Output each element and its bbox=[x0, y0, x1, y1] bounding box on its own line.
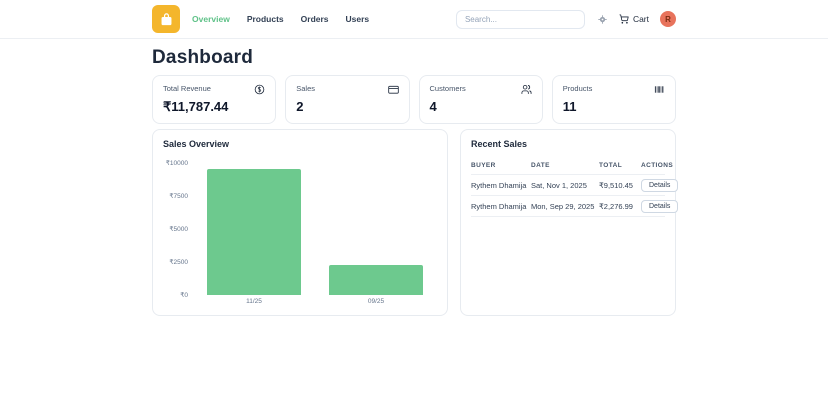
stat-label: Products bbox=[563, 84, 593, 93]
stat-value: 2 bbox=[296, 99, 398, 114]
main-nav: Overview Products Orders Users bbox=[192, 14, 369, 24]
y-tick-label: ₹2500 bbox=[169, 258, 188, 266]
cell-buyer: Rythem Dhamija bbox=[471, 181, 531, 190]
table-row: Rythem Dhamija Sat, Nov 1, 2025 ₹9,510.4… bbox=[471, 175, 665, 196]
cart-button[interactable]: Cart bbox=[619, 14, 649, 24]
x-tick-label: 09/25 bbox=[368, 298, 384, 305]
column-header-actions: ACTIONS bbox=[641, 162, 673, 169]
column-header-date: DATE bbox=[531, 162, 599, 169]
details-button[interactable]: Details bbox=[641, 200, 678, 213]
stat-label: Total Revenue bbox=[163, 84, 211, 93]
stat-label: Customers bbox=[430, 84, 466, 93]
stat-label: Sales bbox=[296, 84, 315, 93]
stat-value: 4 bbox=[430, 99, 532, 114]
chart-bar bbox=[207, 169, 301, 295]
recent-sales-table: BUYER DATE TOTAL ACTIONS Rythem Dhamija … bbox=[471, 158, 665, 217]
cart-label: Cart bbox=[633, 14, 649, 24]
y-tick-label: ₹10000 bbox=[166, 159, 188, 167]
nav-item-orders[interactable]: Orders bbox=[301, 14, 329, 24]
bar-slot: 11/25 bbox=[193, 163, 315, 295]
stat-cards: Total Revenue ₹11,787.44 Sales bbox=[152, 75, 676, 124]
nav-item-users[interactable]: Users bbox=[346, 14, 370, 24]
cell-buyer: Rythem Dhamija bbox=[471, 202, 531, 211]
cell-date: Sat, Nov 1, 2025 bbox=[531, 181, 599, 190]
table-header-row: BUYER DATE TOTAL ACTIONS bbox=[471, 158, 665, 175]
chart-y-axis: ₹0₹2500₹5000₹7500₹10000 bbox=[163, 163, 193, 295]
stat-card-customers: Customers 4 bbox=[419, 75, 543, 124]
sales-overview-title: Sales Overview bbox=[163, 139, 437, 149]
y-tick-label: ₹0 bbox=[180, 291, 188, 299]
cell-total: ₹9,510.45 bbox=[599, 181, 641, 190]
page-title: Dashboard bbox=[152, 47, 676, 69]
cart-icon bbox=[619, 14, 629, 24]
dashboard-main: Dashboard Total Revenue ₹11,787.44 Sales bbox=[152, 47, 676, 316]
cell-total: ₹2,276.99 bbox=[599, 202, 641, 211]
barcode-icon bbox=[654, 84, 665, 95]
stat-card-total-revenue: Total Revenue ₹11,787.44 bbox=[152, 75, 276, 124]
settings-icon[interactable] bbox=[598, 15, 607, 24]
stat-value: ₹11,787.44 bbox=[163, 99, 265, 115]
shopping-bag-icon bbox=[158, 11, 175, 28]
sales-overview-panel: Sales Overview ₹0 ₹2500 ₹5000 ₹7500 ₹10000 1… bbox=[152, 129, 448, 316]
currency-circle-icon bbox=[254, 84, 265, 95]
users-icon bbox=[521, 84, 532, 95]
sales-bar-chart: ₹0₹2500₹5000₹7500₹10000 11/2509/25 bbox=[163, 163, 437, 295]
chart-bar bbox=[329, 265, 423, 295]
recent-sales-title: Recent Sales bbox=[471, 139, 665, 149]
details-button[interactable]: Details bbox=[641, 179, 678, 192]
credit-card-icon bbox=[388, 84, 399, 95]
cell-date: Mon, Sep 29, 2025 bbox=[531, 202, 599, 211]
x-tick-label: 11/25 bbox=[246, 298, 262, 305]
stat-card-sales: Sales 2 bbox=[285, 75, 409, 124]
y-tick-label: ₹5000 bbox=[169, 225, 188, 233]
nav-item-products[interactable]: Products bbox=[247, 14, 284, 24]
column-header-buyer: BUYER bbox=[471, 162, 531, 169]
nav-item-overview[interactable]: Overview bbox=[192, 14, 230, 24]
y-tick-label: ₹7500 bbox=[169, 192, 188, 200]
column-header-total: TOTAL bbox=[599, 162, 641, 169]
table-row: Rythem Dhamija Mon, Sep 29, 2025 ₹2,276.… bbox=[471, 196, 665, 217]
chart-plot: 11/2509/25 bbox=[193, 163, 437, 295]
recent-sales-panel: Recent Sales BUYER DATE TOTAL ACTIONS Ry… bbox=[460, 129, 676, 316]
top-bar: Overview Products Orders Users bbox=[0, 0, 828, 39]
bar-slot: 09/25 bbox=[315, 163, 437, 295]
app-logo[interactable] bbox=[152, 5, 180, 33]
user-avatar[interactable]: R bbox=[660, 11, 676, 27]
stat-card-products: Products 11 bbox=[552, 75, 676, 124]
stat-value: 11 bbox=[563, 99, 665, 114]
search-input[interactable] bbox=[456, 10, 585, 29]
